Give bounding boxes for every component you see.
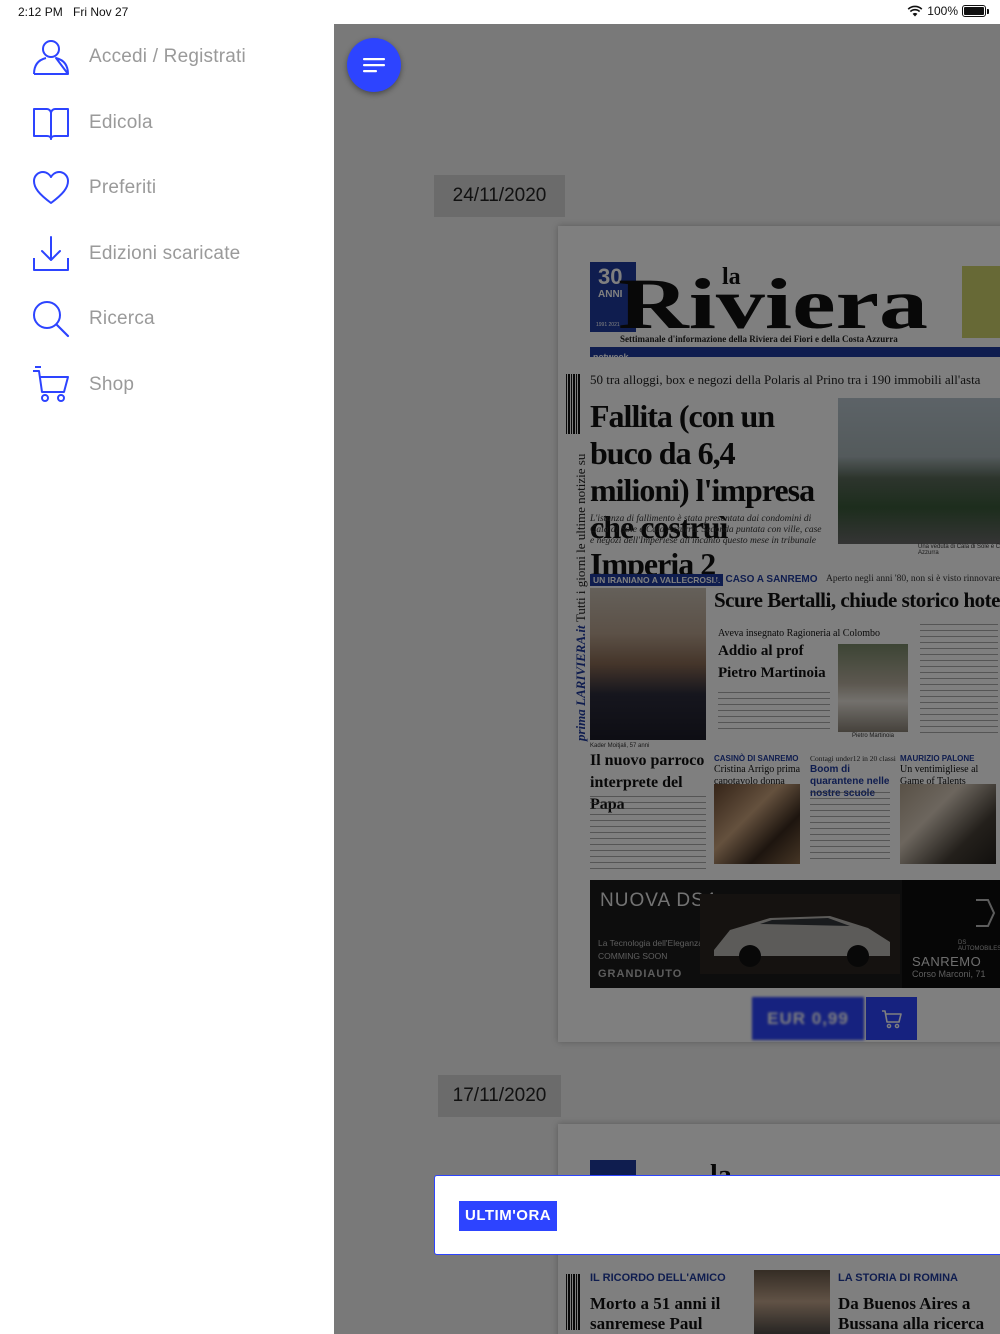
menu-item-label: Preferiti [89,177,157,198]
drawer-backdrop[interactable] [334,24,1000,1334]
book-icon [30,102,72,144]
menu-item-label: Shop [89,374,135,395]
download-icon [30,233,72,275]
menu-item-edicola[interactable]: Edicola [30,99,320,147]
wifi-icon [907,5,923,17]
menu-item-shop[interactable]: Shop [30,361,320,409]
side-drawer: Accedi / Registrati Edicola Preferiti Ed… [0,24,334,1334]
menu-item-label: Edicola [89,112,153,133]
status-time: 2:12 PM [18,5,63,19]
cart-icon [30,364,72,406]
menu-item-label: Edizioni scaricate [89,243,241,264]
menu-item-preferiti[interactable]: Preferiti [30,164,320,212]
user-icon [30,36,72,78]
status-bar: 2:12 PM Fri Nov 27 100% [0,0,1000,24]
status-indicators: 100% [907,4,989,18]
search-icon [30,298,72,340]
menu-item-downloads[interactable]: Edizioni scaricate [30,230,320,278]
breaking-news-badge: ULTIM'ORA [459,1201,558,1231]
battery-percent: 100% [927,4,958,18]
menu-item-label: Ricerca [89,308,155,329]
menu-item-label: Accedi / Registrati [89,46,246,67]
menu-icon [363,58,385,73]
heart-icon [30,167,72,209]
menu-item-search[interactable]: Ricerca [30,295,320,343]
status-date: Fri Nov 27 [73,5,129,19]
menu-fab-button[interactable] [347,38,401,92]
menu-item-login[interactable]: Accedi / Registrati [30,33,320,81]
battery-icon [962,5,989,17]
breaking-news-ticker[interactable]: ULTIM'ORA [434,1175,1000,1255]
